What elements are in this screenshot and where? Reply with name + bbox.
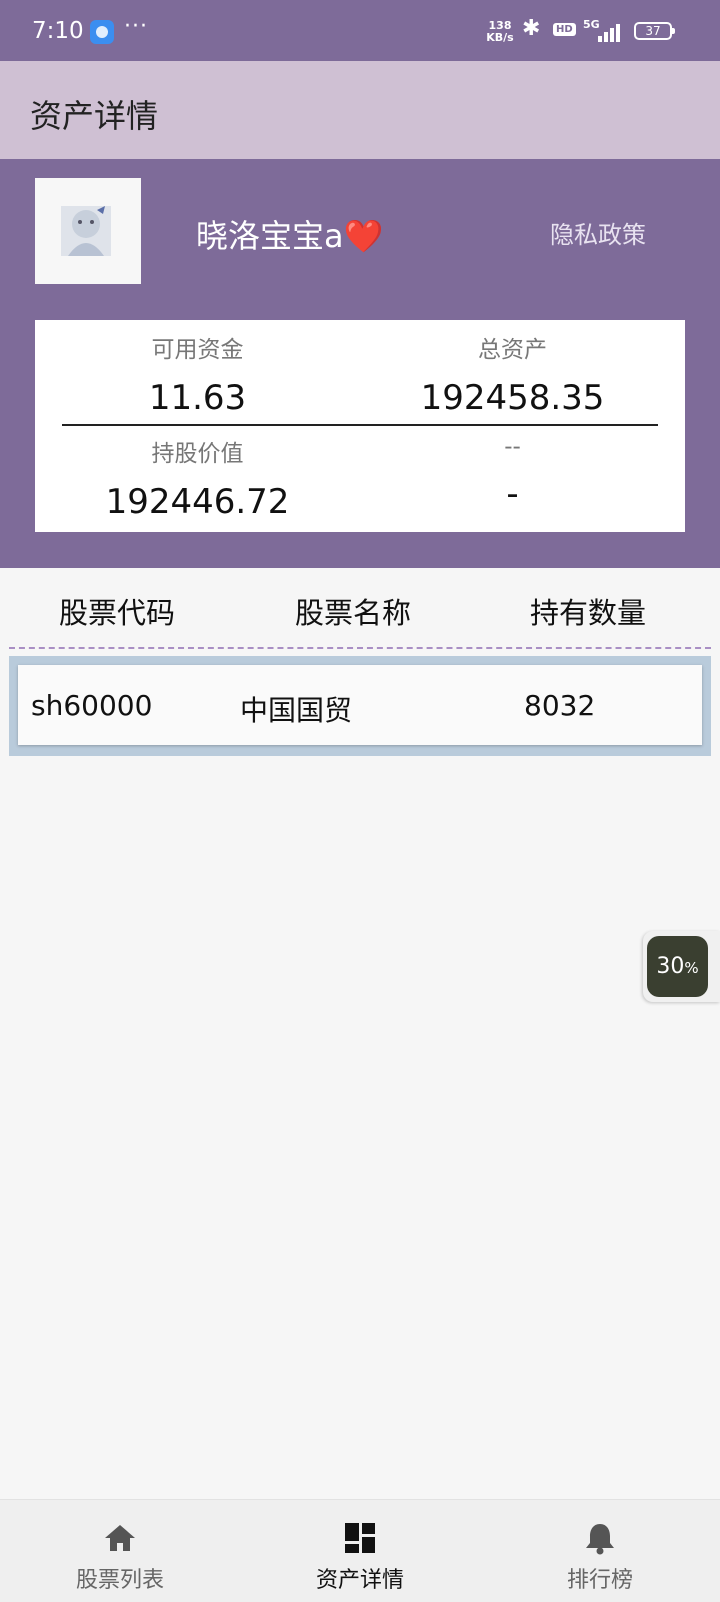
nav-label-stock-list: 股票列表: [75, 1568, 164, 1593]
available-funds-label: 可用资金: [151, 337, 244, 363]
table-row-card[interactable]: sh60000 中国国贸 8032: [18, 665, 702, 745]
avatar[interactable]: [35, 178, 141, 284]
header-divider: [9, 647, 711, 649]
network-speed: 138 KB/s: [484, 20, 516, 44]
column-header-name: 股票名称: [295, 596, 412, 630]
total-assets: 总资产 192458.35: [350, 330, 675, 418]
dashboard-icon: [345, 1523, 375, 1553]
column-header-code: 股票代码: [59, 596, 176, 630]
hd-icon: HD: [553, 23, 576, 36]
privacy-policy-link[interactable]: 隐私政策: [550, 215, 646, 250]
nav-item-leaderboard[interactable]: 排行榜: [480, 1500, 720, 1602]
floating-percent-value: 30: [656, 954, 685, 979]
app-notification-icon: [90, 20, 114, 44]
username: 晓洛宝宝a❤️: [196, 217, 384, 255]
app-bar: 资产详情: [0, 61, 720, 159]
signal-icon: [598, 22, 626, 42]
total-assets-value: 192458.35: [420, 378, 605, 418]
floating-percent-unit: %: [684, 959, 699, 977]
network-speed-unit: KB/s: [486, 31, 514, 44]
floating-percent-button[interactable]: 30%: [647, 936, 708, 997]
status-bar: 7:10 ··· 138 KB/s ✱ HD 5G 37: [0, 0, 720, 61]
battery-icon: 37: [634, 22, 675, 40]
holdings-table-header: 股票代码 股票名称 持有数量: [0, 568, 720, 648]
holdings-value-label: 持股价值: [151, 441, 244, 467]
row-stock-code: sh60000: [31, 689, 153, 722]
nav-item-asset-details[interactable]: 资产详情: [240, 1500, 480, 1602]
table-row[interactable]: sh60000 中国国贸 8032: [9, 656, 711, 756]
nav-item-stock-list[interactable]: 股票列表: [0, 1500, 240, 1602]
bell-icon: [586, 1524, 614, 1555]
row-quantity: 8032: [524, 689, 596, 722]
asset-summary-card: 可用资金 11.63 总资产 192458.35 持股价值 192446.72 …: [35, 320, 685, 532]
extra-stat-label: --: [504, 434, 521, 460]
nav-label-leaderboard: 排行榜: [566, 1568, 633, 1593]
extra-stat-value: -: [506, 474, 519, 514]
bluetooth-icon: ✱: [522, 16, 541, 41]
page-title: 资产详情: [30, 97, 159, 135]
card-divider: [62, 424, 658, 426]
profile-section: 晓洛宝宝a❤️ 隐私政策 可用资金 11.63 总资产 192458.35 持股…: [0, 159, 720, 568]
total-assets-label: 总资产: [478, 337, 547, 363]
avatar-image: [61, 206, 111, 256]
extra-stat: -- -: [350, 434, 675, 514]
available-funds-value: 11.63: [148, 378, 247, 418]
nav-label-asset-details: 资产详情: [315, 1568, 404, 1593]
row-stock-name: 中国国贸: [240, 694, 353, 727]
holdings-value-amount: 192446.72: [105, 482, 290, 522]
column-header-quantity: 持有数量: [530, 596, 647, 630]
home-icon: [105, 1525, 135, 1551]
holdings-value: 持股价值 192446.72: [35, 434, 360, 522]
floating-widget[interactable]: 30%: [643, 931, 720, 1002]
bottom-navigation: 股票列表 资产详情 排行榜: [0, 1499, 720, 1602]
more-notifications-icon: ···: [124, 14, 148, 39]
available-funds: 可用资金 11.63: [35, 330, 360, 418]
status-time: 7:10: [32, 18, 84, 44]
